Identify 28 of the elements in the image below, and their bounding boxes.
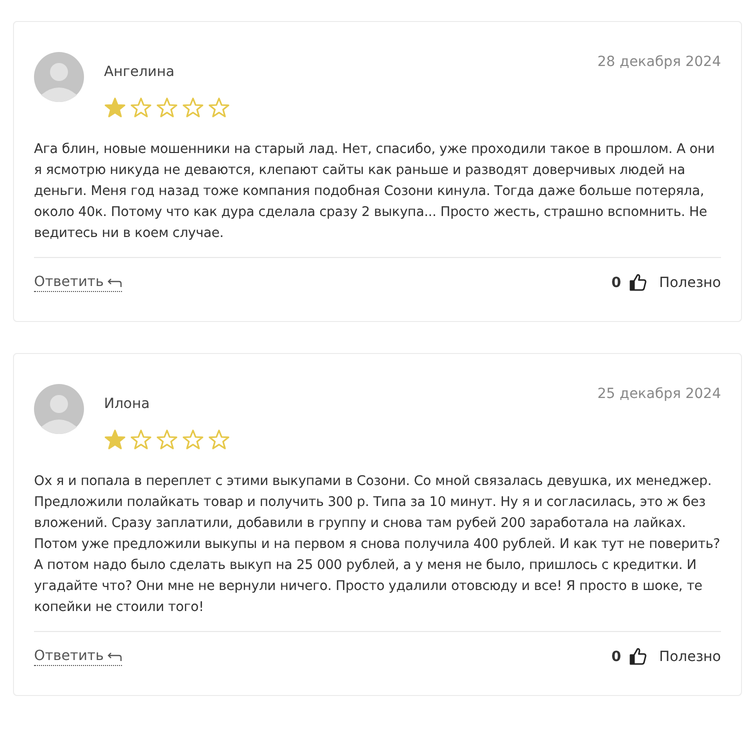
empty-star-icon xyxy=(156,429,178,450)
avatar-icon xyxy=(34,384,84,434)
empty-star-icon xyxy=(182,97,204,118)
reply-link[interactable]: Ответить xyxy=(34,274,122,292)
like-count: 0 xyxy=(611,648,622,664)
like-count: 0 xyxy=(611,274,622,290)
review-date: 25 декабря 2024 xyxy=(597,386,721,402)
empty-star-icon xyxy=(130,429,152,450)
author-name: Илона xyxy=(104,395,151,413)
reply-arrow-icon xyxy=(106,276,122,288)
author-name: Ангелина xyxy=(104,63,176,81)
empty-star-icon xyxy=(182,429,204,450)
empty-star-icon xyxy=(130,97,152,118)
empty-star-icon xyxy=(208,429,230,450)
useful-button[interactable]: Полезно xyxy=(659,274,721,290)
useful-button[interactable]: Полезно xyxy=(659,648,721,664)
thumbs-up-icon xyxy=(629,273,648,292)
thumbs-up-icon xyxy=(629,647,648,666)
empty-star-icon xyxy=(156,97,178,118)
empty-star-icon xyxy=(208,97,230,118)
filled-star-icon xyxy=(104,97,126,118)
reply-arrow-icon xyxy=(106,650,122,662)
filled-star-icon xyxy=(104,429,126,450)
review-text: Ох я и попала в переплет с этими выкупами в Созони. Со мной связалась девушка, их менеджер. Предложили полайкать товар и получить 300 р. Типа за 10 минут. Ну я и согласилась, это ж без вложений. Сразу заплатили, добавили в группу и снова там рубей 200 заработала на лайках. Потом уже предложили выкупы и на первом я снова получила 400 рублей. И как тут не поверить? А потом надо было сделать выкуп на 25 000 рублей, а у меня не было, пришлось с кредитки. И угадайте что? Они мне не вернули ничего. Просто удалили отовсюду и все! Я просто в шоке, те копейки не стоили того! xyxy=(34,473,721,617)
review-date: 28 декабря 2024 xyxy=(597,54,721,70)
review-text: Ага блин, новые мошенники на старый лад. Нет, спасибо, уже проходили такое в прошлом. А они я ясмотрю никуда не деваются, клепают сайты как раньше и разводят доверчивых людей на деньги. Меня год назад тоже компания подобная Созони кинула. Тогда даже больше потеряла, около 40к. Потому что как дура сделала сразу 2 выкупа... Просто жесть, страшно вспомнить. Не ведитесь ни в коем случае. xyxy=(34,141,716,243)
avatar-icon xyxy=(34,52,84,102)
reply-link[interactable]: Ответить xyxy=(34,648,122,666)
